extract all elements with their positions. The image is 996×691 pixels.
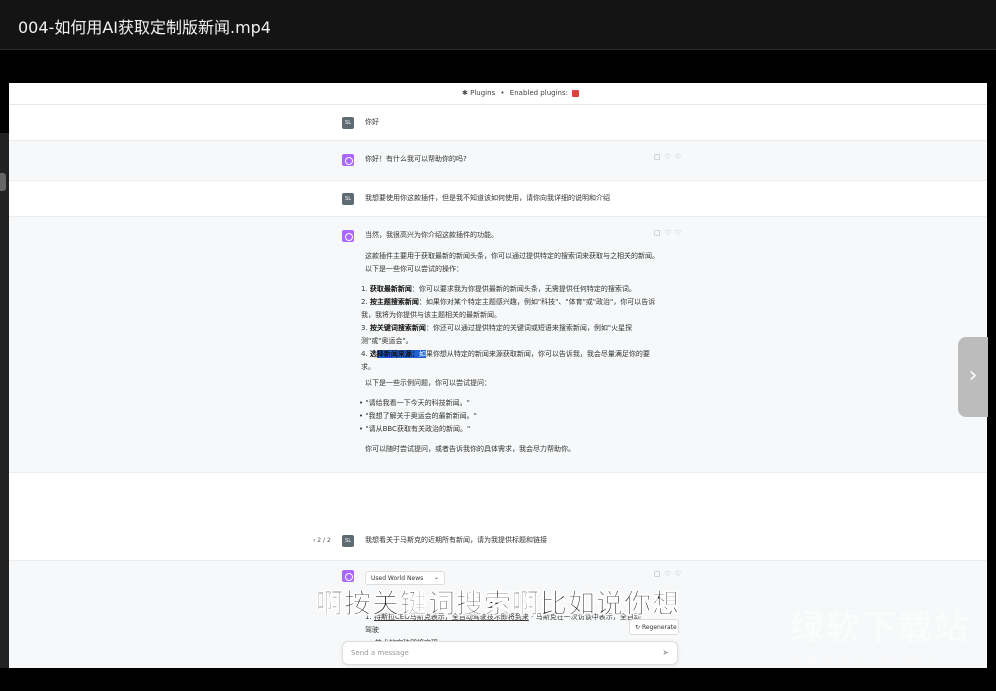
text-selection: 择新闻来源： xyxy=(376,350,419,358)
thumbs-down-icon: ♡ xyxy=(674,570,686,578)
send-icon[interactable]: ➤ xyxy=(662,648,669,657)
plugin-badge-icon xyxy=(572,89,580,97)
thumbs-down-icon: ♡ xyxy=(674,153,686,161)
assistant-paragraph: 这款插件主要用于获取最新的新闻头条，你可以通过提供特定的搜索词来获取与之相关的新… xyxy=(365,252,659,273)
message-input-placeholder: Send a message xyxy=(351,649,409,657)
chevron-right-icon: › xyxy=(968,363,978,388)
plugins-label: Plugins xyxy=(470,89,496,97)
window-title: 004-如何用AI获取定制版新闻.mp4 xyxy=(18,18,271,37)
user-message-text: 我想要使用你这款插件，但是我不知道该如何使用，请你向我详细的说明和介绍 xyxy=(365,194,610,202)
message-input[interactable]: Send a message ➤ xyxy=(342,641,678,665)
message-actions[interactable]: ▢♡♡ xyxy=(654,153,685,161)
thumbs-up-icon: ♡ xyxy=(664,229,675,237)
user-avatar: SL xyxy=(342,535,354,547)
list-item: 2. 按主题搜索新闻：如果你对某个特定主题感兴趣，例如"科技"、"体育"或"政治… xyxy=(361,298,656,319)
next-arrow-button[interactable]: › xyxy=(958,337,988,417)
assistant-message-1: 你好！有什么我可以帮助你的吗? ▢♡♡ xyxy=(9,141,987,181)
assistant-avatar-icon xyxy=(342,230,354,242)
user-message-2: SL 我想要使用你这款插件，但是我不知道该如何使用，请你向我详细的说明和介绍 xyxy=(9,181,987,217)
assistant-intro: 当然，我很高兴为你介绍这款插件的功能。 xyxy=(365,231,498,239)
user-message-text: 你好 xyxy=(365,118,379,126)
assistant-outro: 你可以随时尝试提问，或者告诉我你的具体需求，我会尽力帮助你。 xyxy=(365,445,575,453)
copy-icon: ▢ xyxy=(654,570,665,578)
user-message-text: 我想看关于马斯克的近期所有新闻，请为我提供标题和链接 xyxy=(365,536,547,544)
used-plugin-label: Used World News xyxy=(371,575,424,582)
video-frame: ✱ Plugins • Enabled plugins: SL 你好 你好！有什… xyxy=(9,83,987,668)
watermark: 绿软下载站 xyxy=(790,608,970,648)
message-pager[interactable]: ‹ 2 / 2 xyxy=(313,537,331,544)
regenerate-button[interactable]: ↻ Regenerate xyxy=(629,619,679,635)
plugins-separator: • xyxy=(500,89,505,97)
plugin-icon: ✱ xyxy=(462,89,468,97)
feature-list: 1. 获取最新新闻：你可以要求我为你提供最新的新闻头条，无需提供任何特定的搜索词… xyxy=(361,283,657,374)
plugins-bar: ✱ Plugins • Enabled plugins: xyxy=(9,83,987,105)
thumbs-up-icon: ♡ xyxy=(664,570,675,578)
examples-list: • "请给我看一下今天的科技新闻。" • "我想了解关于奥运会的最新新闻。" •… xyxy=(359,397,659,436)
copy-icon: ▢ xyxy=(654,153,665,161)
edge-tab xyxy=(0,173,6,191)
list-item: 4. 选择新闻来源：如果你想从特定的新闻来源获取新闻，你可以告诉我，我会尽量满足… xyxy=(361,350,650,371)
user-message-1: SL 你好 xyxy=(9,105,987,141)
list-item: 1. 获取最新新闻：你可以要求我为你提供最新的新闻头条，无需提供任何特定的搜索词… xyxy=(361,285,636,293)
assistant-avatar-icon xyxy=(342,154,354,166)
user-avatar: SL xyxy=(342,117,354,129)
watermark-url: www.xxrjm.com xyxy=(792,652,943,668)
thumbs-up-icon: ♡ xyxy=(664,153,675,161)
message-actions[interactable]: ▢♡♡ xyxy=(654,229,685,237)
list-item: 3. 按关键词搜索新闻：你还可以通过提供特定的关键词或短语来搜索新闻，例如"火星… xyxy=(361,324,633,345)
copy-icon: ▢ xyxy=(654,229,665,237)
list-item: • "我想了解关于奥运会的最新新闻。" xyxy=(359,412,477,420)
list-item: • "请给我看一下今天的科技新闻。" xyxy=(359,399,470,407)
user-message-3: ‹ 2 / 2 SL 我想看关于马斯克的近期所有新闻，请为我提供标题和链接 xyxy=(9,523,987,561)
list-item: • "请从BBC获取有关政治的新闻。" xyxy=(359,425,471,433)
message-actions[interactable]: ▢♡♡ xyxy=(654,570,685,578)
assistant-message-2: 当然，我很高兴为你介绍这款插件的功能。 ▢♡♡ 这款插件主要用于获取最新的新闻头… xyxy=(9,217,987,473)
window-titlebar: 004-如何用AI获取定制版新闻.mp4 xyxy=(0,0,996,50)
enabled-plugins-label: Enabled plugins: xyxy=(509,89,568,97)
examples-intro: 以下是一些示例问题，你可以尝试提问： xyxy=(365,379,491,387)
refresh-icon: ↻ xyxy=(635,624,641,631)
assistant-message-text: 你好！有什么我可以帮助你的吗? xyxy=(365,155,467,163)
user-avatar: SL xyxy=(342,193,354,205)
chevron-down-icon: ⌄ xyxy=(433,574,439,581)
assistant-avatar-icon xyxy=(342,570,354,582)
thumbs-down-icon: ♡ xyxy=(674,229,686,237)
